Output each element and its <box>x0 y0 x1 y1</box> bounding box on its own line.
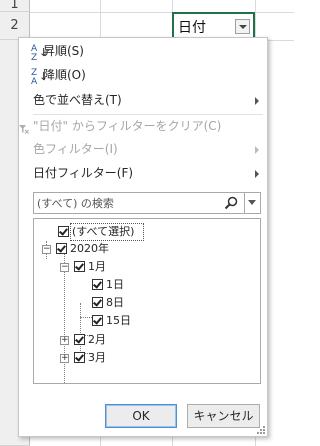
day-checkbox[interactable] <box>92 315 103 326</box>
cell-text: 日付 <box>178 20 206 36</box>
search-dropdown-button[interactable] <box>244 193 260 213</box>
sort-ascending-icon: A Z ↓ <box>31 44 49 63</box>
filter-menu: A Z ↓ 昇順(S) Z A ↓ 降順(O) 色で並べ替え(T) "日付" からフィル… <box>18 37 268 437</box>
selected-cell[interactable]: 日付 <box>172 12 255 40</box>
tree-connector <box>80 303 81 357</box>
day-checkbox[interactable] <box>92 279 103 290</box>
day-checkbox[interactable] <box>92 297 103 308</box>
focus-outline <box>70 223 144 241</box>
search-box[interactable] <box>33 192 261 214</box>
ok-button[interactable]: OK <box>105 404 177 428</box>
year-checkbox[interactable] <box>56 243 67 254</box>
search-icon[interactable] <box>224 196 238 210</box>
year-label: 2020年 <box>70 242 109 255</box>
sort-ascending-label: 昇順(S) <box>43 44 84 58</box>
sort-descending-item[interactable]: Z A ↓ 降順(O) <box>19 64 267 87</box>
sort-descending-label: 降順(O) <box>43 68 86 82</box>
clear-filter-label: "日付" からフィルターをクリア(C) <box>33 119 222 133</box>
color-filter-label: 色フィルター(I) <box>33 142 118 156</box>
month2-checkbox[interactable] <box>74 334 85 345</box>
filter-tree: (すべて選択) − 2020年 − 1月 1日 8日 15日 + 2月 + 3月 <box>33 218 261 384</box>
month3-label: 3月 <box>88 351 106 364</box>
submenu-arrow-icon <box>255 97 259 105</box>
month2-label: 2月 <box>88 333 106 346</box>
collapse-icon[interactable]: − <box>42 245 51 254</box>
cancel-button[interactable]: キャンセル <box>187 404 260 428</box>
collapse-icon[interactable]: − <box>60 263 69 272</box>
day-label: 15日 <box>106 314 131 327</box>
color-filter-item[interactable]: 色フィルター(I) <box>19 138 267 160</box>
day-label: 1日 <box>106 278 124 291</box>
sort-ascending-item[interactable]: A Z ↓ 昇順(S) <box>19 40 267 63</box>
expand-icon[interactable]: + <box>60 354 69 363</box>
clear-filter-item[interactable]: "日付" からフィルターをクリア(C) <box>19 115 267 137</box>
month1-checkbox[interactable] <box>74 261 85 272</box>
sort-by-color-item[interactable]: 色で並べ替え(T) <box>19 89 267 111</box>
month3-checkbox[interactable] <box>74 352 85 363</box>
row-header-1[interactable]: 1 <box>0 0 30 12</box>
sort-by-color-label: 色で並べ替え(T) <box>33 93 122 107</box>
submenu-arrow-icon <box>255 146 259 154</box>
search-input[interactable] <box>37 195 227 211</box>
resize-grip-icon[interactable] <box>257 426 265 434</box>
month1-label: 1月 <box>88 260 106 273</box>
tree-connector <box>80 317 92 318</box>
day-label: 8日 <box>106 296 124 309</box>
clear-filter-icon <box>19 125 29 134</box>
sort-descending-icon: Z A ↓ <box>31 68 49 87</box>
filter-dropdown-button[interactable] <box>235 19 250 34</box>
submenu-arrow-icon <box>255 170 259 178</box>
date-filter-label: 日付フィルター(F) <box>33 166 134 180</box>
row-header-2[interactable]: 2 <box>0 12 30 40</box>
date-filter-item[interactable]: 日付フィルター(F) <box>19 162 267 184</box>
select-all-checkbox[interactable] <box>58 226 69 237</box>
expand-icon[interactable]: + <box>60 336 69 345</box>
